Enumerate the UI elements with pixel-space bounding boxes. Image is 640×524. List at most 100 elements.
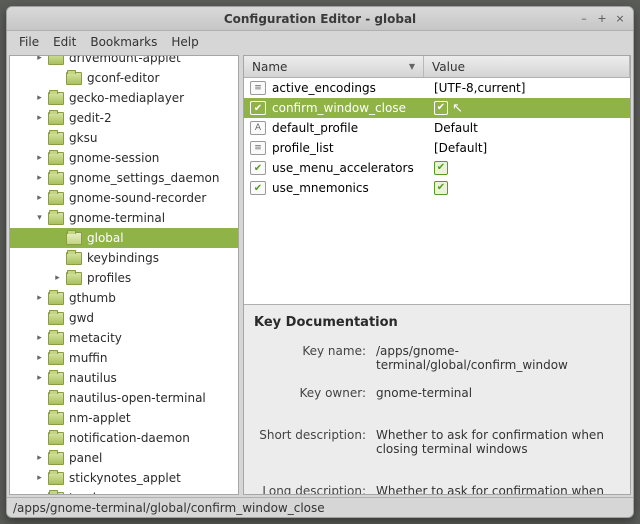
tree-expander-icon[interactable]: ▸ bbox=[34, 353, 45, 363]
tree-expander-icon[interactable]: ▸ bbox=[34, 193, 45, 203]
key-name: confirm_window_close bbox=[272, 101, 424, 115]
tree-item-drivemount-applet[interactable]: ▸drivemount-applet bbox=[10, 55, 238, 68]
status-path: /apps/gnome-terminal/global/confirm_wind… bbox=[13, 501, 325, 515]
menu-edit[interactable]: Edit bbox=[47, 33, 82, 51]
checkbox-icon[interactable] bbox=[434, 101, 448, 115]
checkbox-icon[interactable] bbox=[434, 181, 448, 195]
tree-item-profiles[interactable]: ▸ profiles bbox=[10, 268, 238, 288]
key-row-active-encodings[interactable]: ≡active_encodings[UTF-8,current] bbox=[244, 78, 630, 98]
tree-expander-icon[interactable]: ▸ bbox=[34, 453, 45, 463]
tree-item-tomboy[interactable]: ▸tomboy bbox=[10, 488, 238, 495]
tree-pane[interactable]: ▸drivemount-appletgconf-editor ▸ gecko-med… bbox=[9, 55, 239, 495]
tree-expander-icon[interactable]: ▸ bbox=[34, 473, 45, 483]
column-header-name[interactable]: Name ▼ bbox=[244, 56, 424, 77]
key-row-default-profile[interactable]: Adefault_profileDefault bbox=[244, 118, 630, 138]
menu-file[interactable]: File bbox=[13, 33, 45, 51]
tree-item-label: nautilus-open-terminal bbox=[69, 391, 206, 405]
menu-bookmarks[interactable]: Bookmarks bbox=[84, 33, 163, 51]
boolean-icon bbox=[250, 161, 266, 175]
key-row-use-mnemonics[interactable]: use_mnemonics bbox=[244, 178, 630, 198]
cursor-icon: ↖ bbox=[452, 101, 463, 116]
tree-item-label: gnome-session bbox=[69, 151, 159, 165]
folder-icon bbox=[48, 372, 64, 385]
tree-item-label: gthumb bbox=[69, 291, 116, 305]
tree-item-nm-applet[interactable]: nm-applet bbox=[10, 408, 238, 428]
tree-expander-icon[interactable]: ▸ bbox=[34, 153, 45, 163]
content-area: ▸drivemount-appletgconf-editor ▸ gecko-med… bbox=[7, 53, 633, 497]
tree-item-panel[interactable]: ▸ panel bbox=[10, 448, 238, 468]
folder-icon bbox=[66, 232, 82, 245]
folder-icon bbox=[48, 172, 64, 185]
tree-item-label: panel bbox=[69, 451, 102, 465]
tree-item-global[interactable]: global bbox=[10, 228, 238, 248]
key-list[interactable]: ≡active_encodings[UTF-8,current]confirm_… bbox=[244, 78, 630, 304]
folder-icon bbox=[48, 432, 64, 445]
tree-item-notification-daemon[interactable]: notification-daemon bbox=[10, 428, 238, 448]
tree-item-gnome-terminal[interactable]: ▾gnome-terminal bbox=[10, 208, 238, 228]
tree-expander-icon[interactable]: ▸ bbox=[34, 333, 45, 343]
tree-item-nautilus[interactable]: ▸nautilus bbox=[10, 368, 238, 388]
window-title: Configuration Editor - global bbox=[224, 12, 416, 26]
tree-item-label: gksu bbox=[69, 131, 97, 145]
tree-item-gnome-session[interactable]: ▸ gnome-session bbox=[10, 148, 238, 168]
tree-item-label: gnome-sound-recorder bbox=[69, 191, 206, 205]
folder-icon bbox=[66, 252, 82, 265]
key-value[interactable] bbox=[424, 161, 630, 175]
key-row-profile-list[interactable]: ≡profile_list[Default] bbox=[244, 138, 630, 158]
checkbox-icon[interactable] bbox=[434, 161, 448, 175]
tree-item-label: gnome_settings_daemon bbox=[69, 171, 219, 185]
doc-table: Key name: /apps/gnome-terminal/global/co… bbox=[248, 336, 626, 494]
column-header-value[interactable]: Value bbox=[424, 56, 630, 77]
folder-icon bbox=[48, 312, 64, 325]
tree-item-label: keybindings bbox=[87, 251, 159, 265]
tree-item-gnome-settings-daemon[interactable]: ▸ gnome_settings_daemon bbox=[10, 168, 238, 188]
key-row-confirm-window-close[interactable]: confirm_window_close ↖ bbox=[244, 98, 630, 118]
key-name: default_profile bbox=[272, 121, 424, 135]
menubar: File Edit Bookmarks Help bbox=[7, 31, 633, 53]
tree-expander-icon[interactable]: ▸ bbox=[34, 93, 45, 103]
tree-item-label: gecko-mediaplayer bbox=[69, 91, 184, 105]
tree-expander-icon[interactable]: ▾ bbox=[34, 213, 45, 223]
key-value[interactable] bbox=[424, 181, 630, 195]
tree-item-nautilus-open-terminal[interactable]: nautilus-open-terminal bbox=[10, 388, 238, 408]
window-controls: – + × bbox=[577, 11, 627, 25]
tree-item-gedit-2[interactable]: ▸gedit-2 bbox=[10, 108, 238, 128]
key-name: profile_list bbox=[272, 141, 424, 155]
folder-icon bbox=[48, 472, 64, 485]
key-value[interactable]: [UTF-8,current] bbox=[424, 81, 630, 95]
sort-indicator-icon: ▼ bbox=[409, 62, 415, 71]
key-value[interactable]: Default bbox=[424, 121, 630, 135]
tree-item-stickynotes-applet[interactable]: ▸stickynotes_applet bbox=[10, 468, 238, 488]
tree-item-muffin[interactable]: ▸ muffin bbox=[10, 348, 238, 368]
tree-item-label: muffin bbox=[69, 351, 108, 365]
close-button[interactable]: × bbox=[613, 11, 627, 25]
tree-expander-icon[interactable]: ▸ bbox=[34, 113, 45, 123]
tree-item-gconf-editor[interactable]: gconf-editor bbox=[10, 68, 238, 88]
tree-expander-icon[interactable]: ▸ bbox=[34, 55, 45, 63]
key-value[interactable]: [Default] bbox=[424, 141, 630, 155]
folder-icon bbox=[66, 272, 82, 285]
tree-expander-icon[interactable]: ▸ bbox=[34, 173, 45, 183]
tree-expander-icon[interactable]: ▸ bbox=[52, 273, 63, 283]
boolean-icon bbox=[250, 181, 266, 195]
tree-expander-icon[interactable]: ▸ bbox=[34, 373, 45, 383]
key-row-use-menu-accelerators[interactable]: use_menu_accelerators bbox=[244, 158, 630, 178]
tree-item-gwd[interactable]: gwd bbox=[10, 308, 238, 328]
tree-item-keybindings[interactable]: keybindings bbox=[10, 248, 238, 268]
menu-help[interactable]: Help bbox=[165, 33, 204, 51]
tree-item-gnome-sound-recorder[interactable]: ▸ gnome-sound-recorder bbox=[10, 188, 238, 208]
folder-icon bbox=[48, 92, 64, 105]
tree-item-gthumb[interactable]: ▸ gthumb bbox=[10, 288, 238, 308]
tree-expander-icon[interactable]: ▸ bbox=[34, 493, 45, 495]
minimize-button[interactable]: – bbox=[577, 11, 591, 25]
maximize-button[interactable]: + bbox=[595, 11, 609, 25]
folder-icon bbox=[48, 292, 64, 305]
tree-item-gksu[interactable]: gksu bbox=[10, 128, 238, 148]
key-value[interactable]: ↖ bbox=[424, 101, 630, 116]
key-name: active_encodings bbox=[272, 81, 424, 95]
tree-expander-icon[interactable]: ▸ bbox=[34, 293, 45, 303]
folder-icon bbox=[48, 132, 64, 145]
tree-item-label: profiles bbox=[87, 271, 131, 285]
tree-item-metacity[interactable]: ▸metacity bbox=[10, 328, 238, 348]
tree-item-gecko-mediaplayer[interactable]: ▸ gecko-mediaplayer bbox=[10, 88, 238, 108]
